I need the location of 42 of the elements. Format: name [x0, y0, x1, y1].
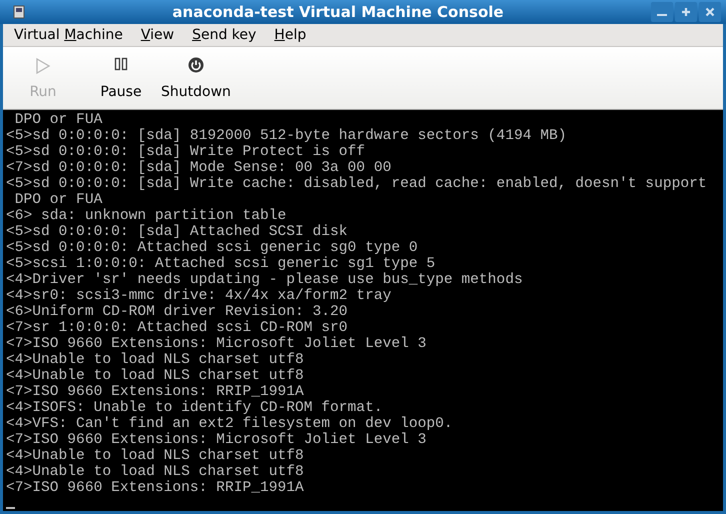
- console-line: <6>Uniform CD-ROM driver Revision: 3.20: [6, 304, 348, 320]
- menu-item[interactable]: Send key: [183, 28, 266, 42]
- minimize-icon: [657, 14, 667, 16]
- toolbar-button[interactable]: Shutdown: [155, 52, 237, 104]
- toolbar-button[interactable]: Pause: [91, 52, 151, 104]
- console-line: DPO or FUA: [14, 192, 102, 208]
- console-line: <4>Unable to load NLS charset utf8: [6, 448, 304, 464]
- console-line: <7>ISO 9660 Extensions: RRIP_1991A: [6, 480, 304, 496]
- console-line: <4>Unable to load NLS charset utf8: [6, 352, 304, 368]
- window-title: anaconda-test Virtual Machine Console: [171, 4, 505, 20]
- maximize-icon: [681, 7, 691, 17]
- console-line: <7>ISO 9660 Extensions: Microsoft Joliet Level 3: [6, 336, 426, 352]
- console-line: <4>sr0: scsi3-mmc drive: 4x/4x xa/form2 tray: [6, 288, 392, 304]
- console-line: <6> sda: unknown partition table: [6, 208, 286, 224]
- console-line: <4>Driver 'sr' needs updating - please use bus_type methods: [6, 272, 523, 288]
- power-icon: [188, 57, 204, 73]
- console-line: <7>ISO 9660 Extensions: RRIP_1991A: [6, 384, 304, 400]
- console-line: <5>sd 0:0:0:0: [sda] 8192000 512-byte hardware sectors (4194 MB): [6, 128, 566, 144]
- close-button[interactable]: [699, 2, 721, 22]
- console-line: <5>sd 0:0:0:0: Attached scsi generic sg0 type 0: [6, 240, 418, 256]
- close-icon: [705, 7, 715, 17]
- console-line: <4>VFS: Can't find an ext2 filesystem on dev loop0.: [6, 416, 453, 432]
- console-line: <5>sd 0:0:0:0: [sda] Write cache: disabled, read cache: enabled, doesn't support: [6, 176, 707, 192]
- minimize-button[interactable]: [651, 2, 673, 22]
- console-line: <5>sd 0:0:0:0: [sda] Attached SCSI disk: [6, 224, 348, 240]
- menu-item[interactable]: View: [132, 28, 184, 42]
- console-line: <7>sd 0:0:0:0: [sda] Mode Sense: 00 3a 00 00: [6, 160, 392, 176]
- console-line: <5>sd 0:0:0:0: [sda] Write Protect is off: [6, 144, 366, 160]
- console-line: <4>ISOFS: Unable to identify CD-ROM format.: [6, 400, 383, 416]
- console-line: <4>Unable to load NLS charset utf8: [6, 368, 304, 384]
- app-icon: [13, 5, 25, 19]
- console-line: <5>scsi 1:0:0:0: Attached scsi generic sg1 type 5: [6, 256, 436, 272]
- text-cursor: [6, 507, 15, 509]
- console-line: <7>sr 1:0:0:0: Attached scsi CD-ROM sr0: [6, 320, 348, 336]
- console-line: <4>Unable to load NLS charset utf8: [6, 464, 304, 480]
- console-line: <7>ISO 9660 Extensions: Microsoft Joliet Level 3: [6, 432, 426, 448]
- pause-icon: [114, 57, 128, 71]
- play-icon: [35, 57, 51, 75]
- menu-item[interactable]: Virtual Machine: [5, 28, 132, 42]
- menu-item[interactable]: Help: [265, 28, 316, 42]
- console-line: DPO or FUA: [14, 112, 102, 128]
- maximize-button[interactable]: [675, 2, 697, 22]
